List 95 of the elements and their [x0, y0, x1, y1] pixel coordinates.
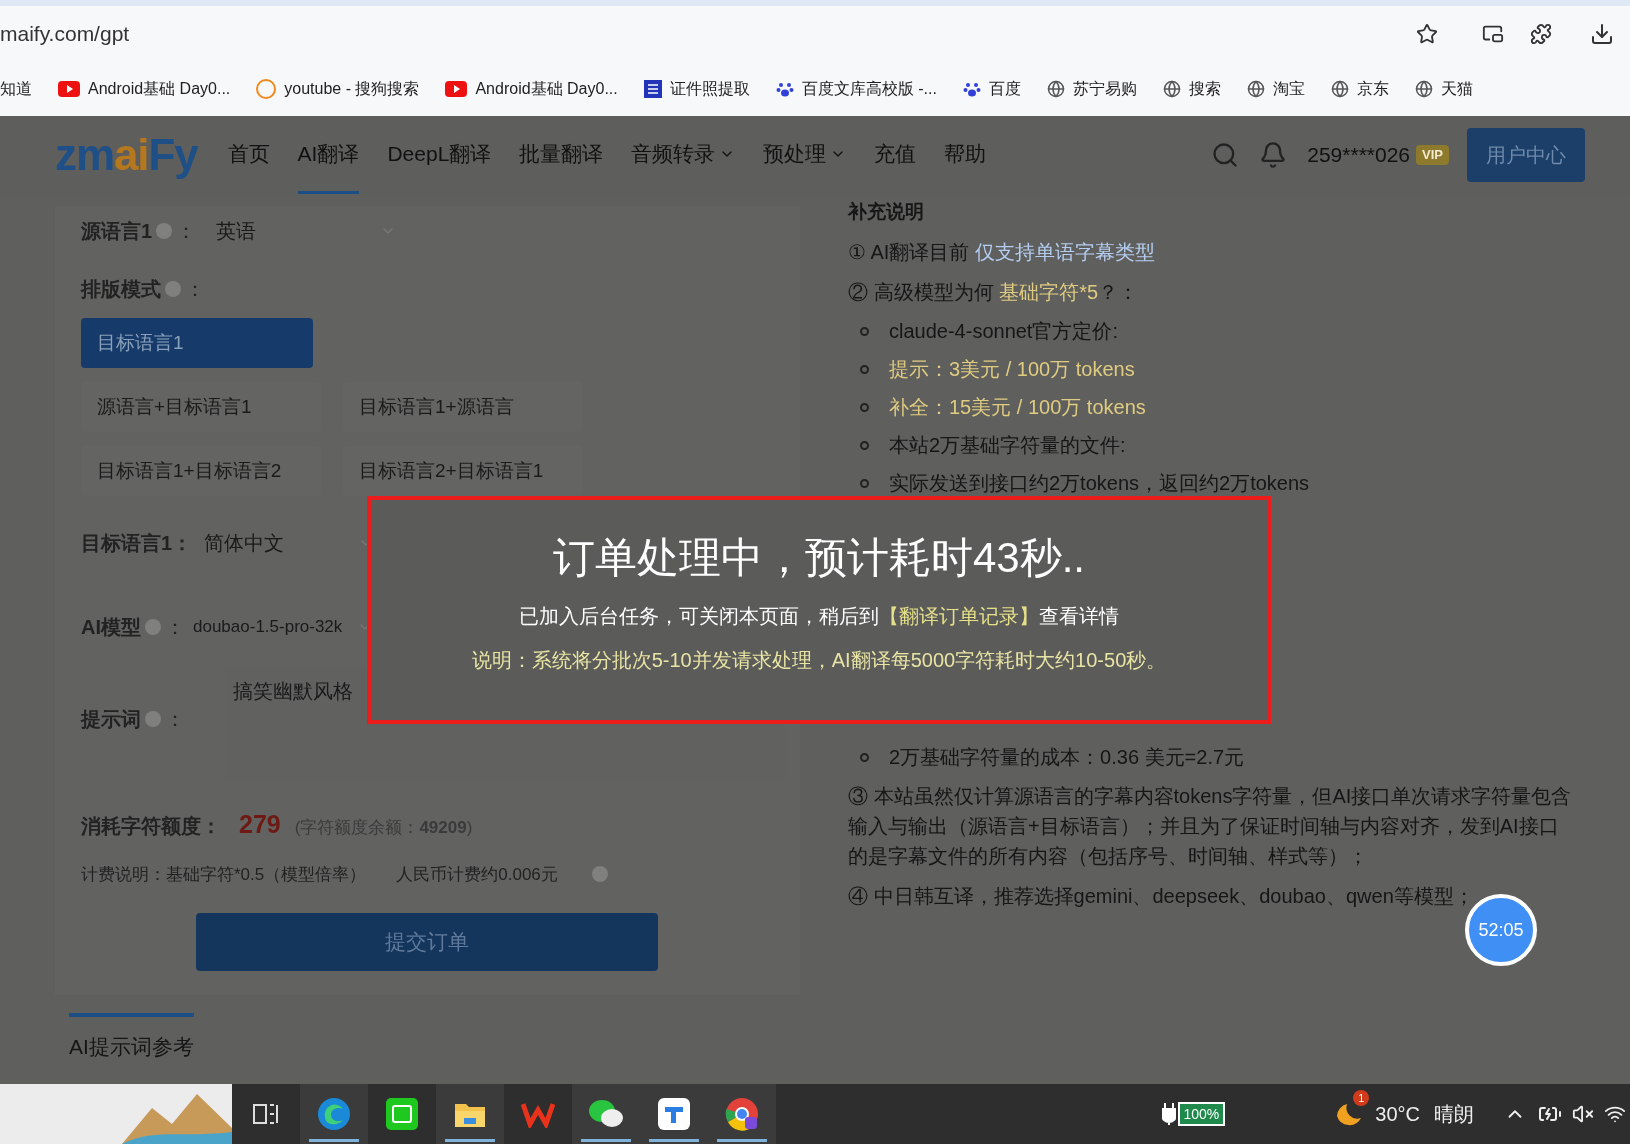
- note-line: 补全：15美元 / 100万 tokens: [889, 395, 1146, 420]
- source-language-select[interactable]: 英语: [216, 216, 397, 246]
- url-text[interactable]: maify.com/gpt: [0, 18, 1416, 50]
- nav-item[interactable]: 预处理: [763, 116, 847, 194]
- nav-item[interactable]: 帮助: [944, 116, 987, 194]
- bullet-icon: [860, 441, 869, 450]
- nav-item[interactable]: 首页: [227, 116, 270, 194]
- nav-item[interactable]: DeepL翻译: [387, 116, 492, 194]
- colon-text: ：: [165, 615, 185, 640]
- dialog-title: 订单处理中，预计耗时43秒..: [552, 533, 1086, 583]
- bookmark-item[interactable]: 淘宝: [1246, 77, 1305, 101]
- note-line: claude-4-sonnet官方定价:: [889, 319, 1118, 344]
- bookmark-item[interactable]: Android基础 Day0...: [58, 77, 231, 101]
- extensions-icon[interactable]: [1530, 23, 1552, 45]
- bookmark-item[interactable]: 天猫: [1414, 77, 1473, 101]
- field-label: 提示词: [81, 707, 141, 732]
- user-id[interactable]: 259****026: [1307, 139, 1411, 171]
- bullet-icon: [860, 479, 869, 488]
- help-icon: [165, 281, 181, 297]
- bookmark-item[interactable]: 知道: [0, 77, 32, 101]
- muted-speaker-icon[interactable]: [1572, 1103, 1594, 1125]
- note-paragraph: ② 高级模型为何 基础字符*5？：: [848, 280, 1140, 305]
- bookmark-item[interactable]: 百度文库高校版 -...: [775, 77, 937, 101]
- help-icon: [591, 866, 608, 883]
- colon-text: ：: [176, 219, 197, 244]
- notes-title: 补充说明: [848, 200, 925, 224]
- field-label: 目标语言1：: [81, 531, 193, 556]
- bullet-icon: [860, 327, 869, 336]
- note-line: 提示：3美元 / 100万 tokens: [889, 357, 1135, 382]
- help-icon: [145, 619, 161, 635]
- layout-option[interactable]: 目标语言1: [81, 318, 313, 368]
- site-logo[interactable]: zmaiFy: [55, 122, 198, 188]
- submit-button[interactable]: 提交订单: [196, 913, 658, 971]
- screen-app-icon[interactable]: [386, 1098, 418, 1130]
- nav-item[interactable]: 音频转录: [631, 116, 736, 194]
- cost-value: 279: [239, 809, 281, 840]
- wps-icon[interactable]: [521, 1100, 555, 1128]
- globe-icon: [1330, 80, 1349, 98]
- weather-text: 晴朗: [1434, 1102, 1474, 1127]
- globe-icon: [1162, 80, 1181, 98]
- note-paragraph: ① AI翻译目前 仅支持单语字幕类型: [848, 240, 1156, 265]
- field-label: 排版模式: [81, 277, 161, 302]
- price-text: 人民币计费约0.006元: [396, 863, 558, 886]
- bullet-icon: [860, 403, 869, 412]
- colon-text: ：: [165, 707, 185, 732]
- bookmark-item[interactable]: 搜索: [1162, 77, 1221, 101]
- help-icon: [156, 223, 173, 239]
- paw-icon: [775, 80, 794, 98]
- nav-item[interactable]: 批量翻译: [519, 116, 604, 194]
- task-view-icon[interactable]: [253, 1103, 279, 1125]
- globe-icon: [1046, 80, 1065, 98]
- field-label: AI模型: [81, 615, 141, 640]
- cost-label: 消耗字符额度：: [81, 814, 221, 839]
- bell-icon[interactable]: [1259, 141, 1288, 169]
- browser-icon[interactable]: [317, 1097, 351, 1131]
- note-line: 2万基础字符量的成本：0.36 美元=2.7元: [889, 745, 1245, 770]
- bookmark-item[interactable]: 百度: [962, 77, 1021, 101]
- battery-indicator: 100%: [1177, 1102, 1226, 1126]
- vip-badge: VIP: [1416, 145, 1449, 165]
- bullet-icon: [860, 365, 869, 374]
- bookmark-item[interactable]: youtube - 搜狗搜索: [256, 77, 420, 101]
- help-icon: [145, 711, 161, 727]
- globe-icon: [1246, 80, 1265, 98]
- timer-badge[interactable]: 52:05: [1465, 894, 1537, 966]
- picture-in-picture-icon[interactable]: [1482, 23, 1504, 45]
- colon-text: ：: [185, 277, 205, 302]
- billing-text: 计费说明：基础字符*0.5（模型倍率）: [81, 863, 367, 886]
- dialog-message: 已加入后台任务，可关闭本页面，稍后到【翻译订单记录】查看详情: [519, 604, 1119, 629]
- notification-badge: 1: [1353, 1090, 1370, 1106]
- paw-icon: [962, 80, 981, 98]
- temperature-text: 30°C: [1375, 1102, 1420, 1127]
- chat-icon[interactable]: [588, 1099, 624, 1129]
- note-line: 实际发送到接口约2万tokens，返回约2万tokens: [889, 471, 1310, 496]
- bookmark-star-icon[interactable]: [1416, 23, 1438, 45]
- user-center-button[interactable]: 用户中心: [1467, 128, 1585, 182]
- document-icon: [643, 80, 662, 98]
- note-paragraph: ③ 本站虽然仅计算源语言的字幕内容tokens字符量，但AI接口单次请求字符量包含输入与输出（源语言+目标语言）；并且为了保证时间轴与内容对齐，发到AI接口的是字幕文件的所有内容（包括序号、时间轴、样式等）；: [848, 784, 1573, 869]
- video-icon: [445, 81, 468, 97]
- field-label: 源语言1: [81, 219, 153, 244]
- chrome-icon[interactable]: [725, 1097, 759, 1131]
- plug-icon: [1161, 1103, 1176, 1125]
- section-tab[interactable]: AI提示词参考: [69, 1013, 194, 1063]
- bookmark-item[interactable]: 京东: [1330, 77, 1389, 101]
- video-icon: [58, 81, 80, 97]
- note-line: 本站2万基础字符量的文件:: [889, 433, 1126, 458]
- search-icon[interactable]: [1211, 141, 1240, 169]
- bullet-icon: [860, 753, 869, 762]
- nav-item[interactable]: 充值: [874, 116, 917, 194]
- bookmark-item[interactable]: 苏宁易购: [1046, 77, 1137, 101]
- globe-icon: [1414, 80, 1433, 98]
- bookmark-item[interactable]: Android基础 Day0...: [445, 77, 618, 101]
- nav-item[interactable]: AI翻译: [297, 116, 360, 194]
- bookmark-item[interactable]: 证件照提取: [643, 77, 750, 101]
- letter-t-app-icon[interactable]: [658, 1098, 690, 1130]
- download-icon[interactable]: [1590, 22, 1614, 46]
